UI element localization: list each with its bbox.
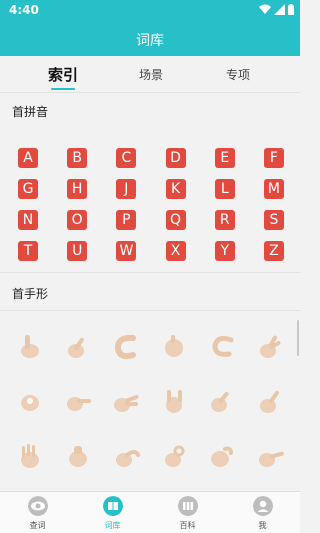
handshape-point-side-icon[interactable] xyxy=(61,384,95,418)
handshape-section-title: 首手形 xyxy=(12,287,49,301)
letter-button[interactable]: P xyxy=(116,210,137,230)
letter-button[interactable]: N xyxy=(18,210,38,230)
tab-indicator xyxy=(51,88,75,90)
pinyin-section-title: 首拼音 xyxy=(12,105,49,119)
handshape-ring-icon[interactable] xyxy=(157,439,191,473)
scrollbar[interactable] xyxy=(297,320,299,356)
handshape-c-shape-icon[interactable] xyxy=(109,329,143,363)
handshape-l-icon[interactable] xyxy=(205,384,239,418)
status-time: 4:40 xyxy=(9,3,39,17)
letter-button[interactable]: D xyxy=(165,148,186,168)
nav-item-encyclopedia[interactable]: 百科 xyxy=(150,492,225,533)
wifi-icon xyxy=(259,4,271,14)
tab-index[interactable]: 索引 xyxy=(23,64,103,85)
handshape-thumb-up-icon[interactable] xyxy=(13,329,47,363)
letter-grid: A B C D E F G H J K L M N O P Q R S T U … xyxy=(18,148,284,272)
status-bar: 4:40 xyxy=(0,0,300,22)
handshape-claw-icon[interactable] xyxy=(109,439,143,473)
letter-button[interactable]: L xyxy=(214,179,235,199)
letter-row: G H J K L M xyxy=(18,179,284,199)
tab-bar: 索引 场景 专项 xyxy=(0,56,300,92)
page-title: 词库 xyxy=(136,33,164,49)
library-icon xyxy=(177,496,198,516)
handshape-point-up-icon[interactable] xyxy=(253,384,287,418)
letter-button[interactable]: J xyxy=(116,179,137,199)
letter-button[interactable]: B xyxy=(67,148,88,168)
nav-label: 词库 xyxy=(104,521,121,530)
nav-label: 查词 xyxy=(29,521,46,530)
nav-item-lookup[interactable]: 查词 xyxy=(0,492,75,533)
handshape-row xyxy=(0,430,300,482)
letter-button[interactable]: Q xyxy=(165,210,186,230)
signal-icon xyxy=(274,4,285,15)
letter-button[interactable]: O xyxy=(67,210,88,230)
letter-button[interactable]: K xyxy=(165,179,186,199)
nav-label: 我 xyxy=(258,521,267,530)
book-icon xyxy=(102,496,123,516)
letter-button[interactable]: A xyxy=(18,148,38,168)
letter-button[interactable]: E xyxy=(214,148,235,168)
letter-button[interactable]: G xyxy=(18,179,38,199)
person-icon xyxy=(252,496,273,516)
handshape-row xyxy=(0,375,300,427)
handshape-open-c-icon[interactable] xyxy=(205,329,239,363)
letter-button[interactable]: X xyxy=(165,241,186,261)
handshape-fist-icon[interactable] xyxy=(157,329,191,363)
letter-button[interactable]: R xyxy=(214,210,235,230)
letter-button[interactable]: S xyxy=(263,210,284,230)
handshape-horn-icon[interactable] xyxy=(157,384,191,418)
nav-label: 百科 xyxy=(179,521,196,530)
letter-button[interactable]: W xyxy=(116,241,137,261)
letter-button[interactable]: M xyxy=(263,179,284,199)
letter-button[interactable]: Y xyxy=(214,241,235,261)
handshape-open-palm-icon[interactable] xyxy=(13,439,47,473)
letter-row: T U W X Y Z xyxy=(18,241,284,261)
letter-button[interactable]: F xyxy=(263,148,284,168)
handshape-index-point-icon[interactable] xyxy=(61,329,95,363)
eye-icon xyxy=(27,496,48,516)
handshape-o-icon[interactable] xyxy=(13,384,47,418)
divider xyxy=(0,272,300,273)
handshape-flat-icon[interactable] xyxy=(61,439,95,473)
bottom-nav: 查词 词库 百科 我 xyxy=(0,491,300,533)
letter-button[interactable]: Z xyxy=(263,241,284,261)
nav-item-library[interactable]: 词库 xyxy=(75,492,150,533)
status-icons xyxy=(259,4,294,15)
tab-scene[interactable]: 场景 xyxy=(111,66,191,83)
handshape-point-forward-icon[interactable] xyxy=(253,439,287,473)
letter-row: A B C D E F xyxy=(18,148,284,168)
letter-button[interactable]: U xyxy=(67,241,88,261)
letter-button[interactable]: C xyxy=(116,148,137,168)
letter-button[interactable]: H xyxy=(67,179,88,199)
divider xyxy=(0,92,300,93)
handshape-hook-icon[interactable] xyxy=(205,439,239,473)
handshape-row xyxy=(0,320,300,372)
letter-button[interactable]: T xyxy=(18,241,38,261)
nav-item-me[interactable]: 我 xyxy=(225,492,300,533)
handshape-grid xyxy=(0,320,300,490)
divider xyxy=(0,310,300,311)
letter-row: N O P Q R S xyxy=(18,210,284,230)
tab-special[interactable]: 专项 xyxy=(198,66,278,83)
handshape-two-side-icon[interactable] xyxy=(109,384,143,418)
handshape-v-icon[interactable] xyxy=(253,329,287,363)
battery-icon xyxy=(288,4,294,15)
app-bar: 词库 xyxy=(0,22,300,56)
